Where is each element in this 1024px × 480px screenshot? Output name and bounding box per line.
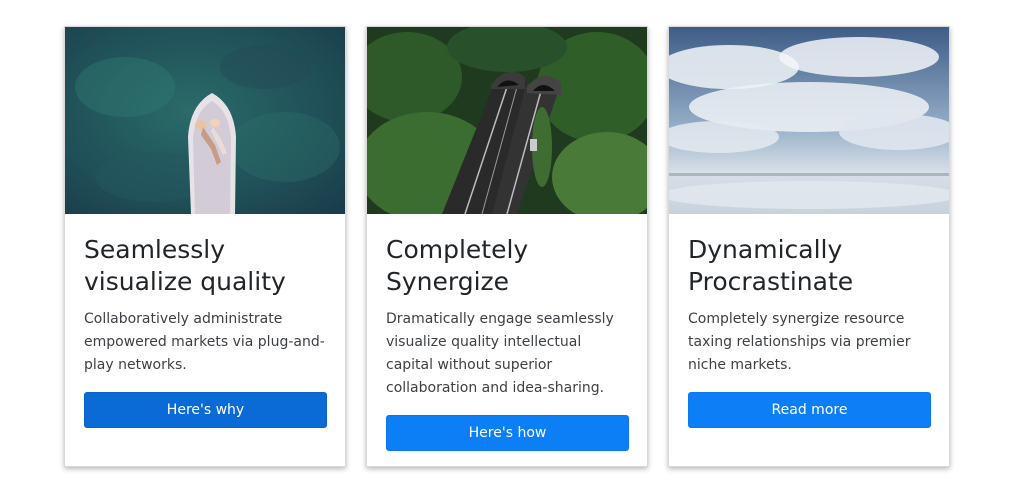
card-body: Completely Synergize Dramatically engage… bbox=[367, 214, 647, 451]
card-title: Seamlessly visualize quality bbox=[84, 235, 286, 296]
card-text: Collaboratively administrate empowered m… bbox=[84, 311, 325, 373]
card-body: Dynamically Procrastinate Completely syn… bbox=[669, 214, 949, 428]
sky-reflection-photo bbox=[669, 27, 949, 214]
card-1: Seamlessly visualize quality Collaborati… bbox=[64, 26, 346, 467]
card-image-sky bbox=[669, 27, 949, 214]
boat-photo bbox=[65, 27, 345, 214]
tunnel-forest-photo bbox=[367, 27, 647, 214]
card-2: Completely Synergize Dramatically engage… bbox=[366, 26, 648, 467]
card-title: Completely Synergize bbox=[386, 235, 529, 296]
card-text: Completely synergize resource taxing rel… bbox=[688, 311, 911, 373]
card-image-tunnel bbox=[367, 27, 647, 214]
heres-why-button[interactable]: Here's why bbox=[84, 392, 327, 428]
card-body: Seamlessly visualize quality Collaborati… bbox=[65, 214, 345, 428]
read-more-button[interactable]: Read more bbox=[688, 392, 931, 428]
card-text: Dramatically engage seamlessly visualize… bbox=[386, 311, 614, 396]
card-image-boat bbox=[65, 27, 345, 214]
card-title: Dynamically Procrastinate bbox=[688, 235, 854, 296]
heres-how-button[interactable]: Here's how bbox=[386, 415, 629, 451]
card-3: Dynamically Procrastinate Completely syn… bbox=[668, 26, 950, 467]
